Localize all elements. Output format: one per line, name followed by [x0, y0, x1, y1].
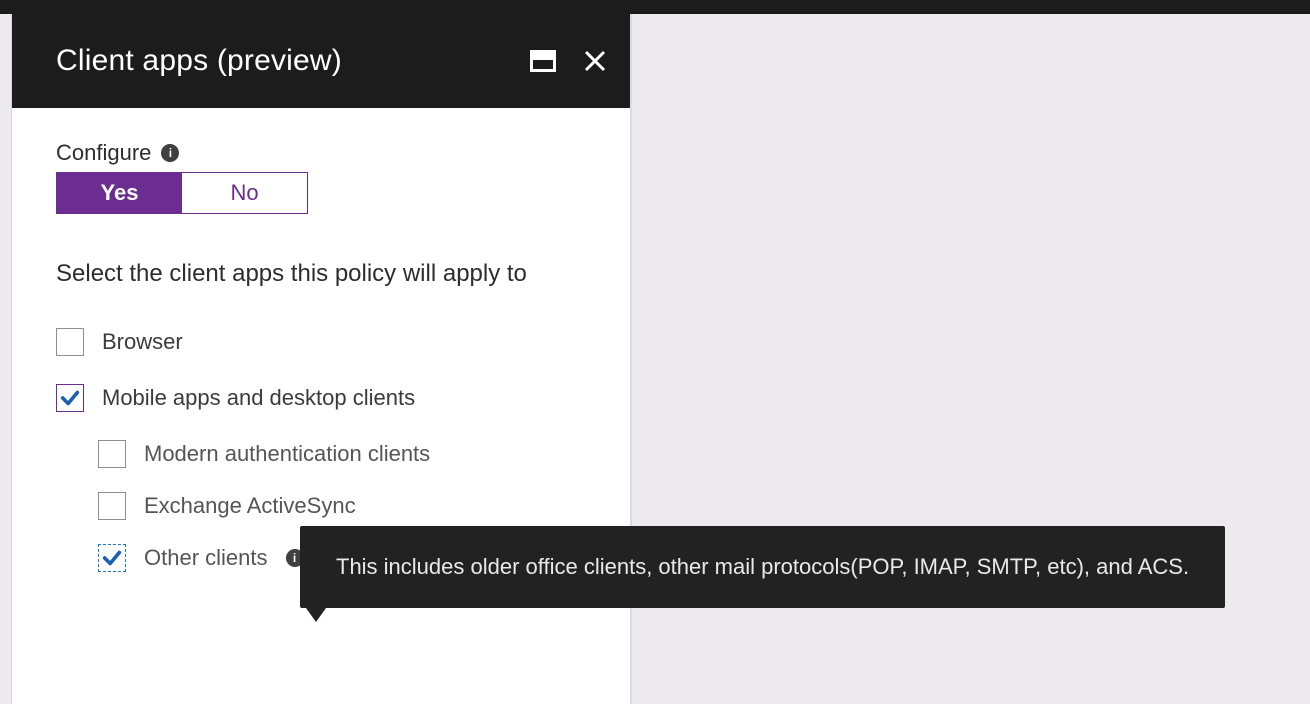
instruction-text: Select the client apps this policy will … — [56, 256, 576, 292]
configure-no-button[interactable]: No — [182, 173, 307, 213]
configure-label: Configure — [56, 140, 151, 166]
checkbox-exchange-activesync[interactable] — [98, 492, 126, 520]
tooltip-arrow — [306, 608, 326, 622]
tooltip-content: This includes older office clients, othe… — [300, 526, 1225, 608]
checkbox-browser[interactable] — [56, 328, 84, 356]
blade-header: Client apps (preview) — [12, 14, 630, 108]
close-icon[interactable] — [582, 48, 608, 74]
checkbox-modern-auth[interactable] — [98, 440, 126, 468]
left-collapsed-blade — [0, 14, 12, 704]
checkbox-modern-auth-row: Modern authentication clients — [98, 440, 586, 468]
checkbox-other-clients-label[interactable]: Other clients — [144, 545, 268, 571]
tooltip-other-clients: This includes older office clients, othe… — [300, 526, 1225, 608]
checkbox-other-clients[interactable] — [98, 544, 126, 572]
configure-row: Configure i — [56, 140, 586, 166]
checkbox-modern-auth-label[interactable]: Modern authentication clients — [144, 441, 430, 467]
checkbox-browser-label[interactable]: Browser — [102, 329, 183, 355]
checkbox-exchange-activesync-label[interactable]: Exchange ActiveSync — [144, 493, 356, 519]
configure-yes-button[interactable]: Yes — [57, 173, 182, 213]
checkbox-exchange-activesync-row: Exchange ActiveSync — [98, 492, 586, 520]
configure-toggle: Yes No — [56, 172, 308, 214]
checkbox-mobile-desktop[interactable] — [56, 384, 84, 412]
restore-window-icon[interactable] — [530, 48, 556, 74]
header-actions — [530, 48, 608, 74]
checkbox-mobile-desktop-label[interactable]: Mobile apps and desktop clients — [102, 385, 415, 411]
blade-title: Client apps (preview) — [56, 44, 342, 78]
window-topbar — [0, 0, 1310, 14]
stage: Client apps (preview) Config — [0, 14, 1310, 704]
checkbox-browser-row: Browser — [56, 328, 586, 356]
client-apps-blade: Client apps (preview) Config — [12, 14, 632, 704]
checkbox-mobile-desktop-row: Mobile apps and desktop clients — [56, 384, 586, 412]
info-icon[interactable]: i — [161, 144, 179, 162]
